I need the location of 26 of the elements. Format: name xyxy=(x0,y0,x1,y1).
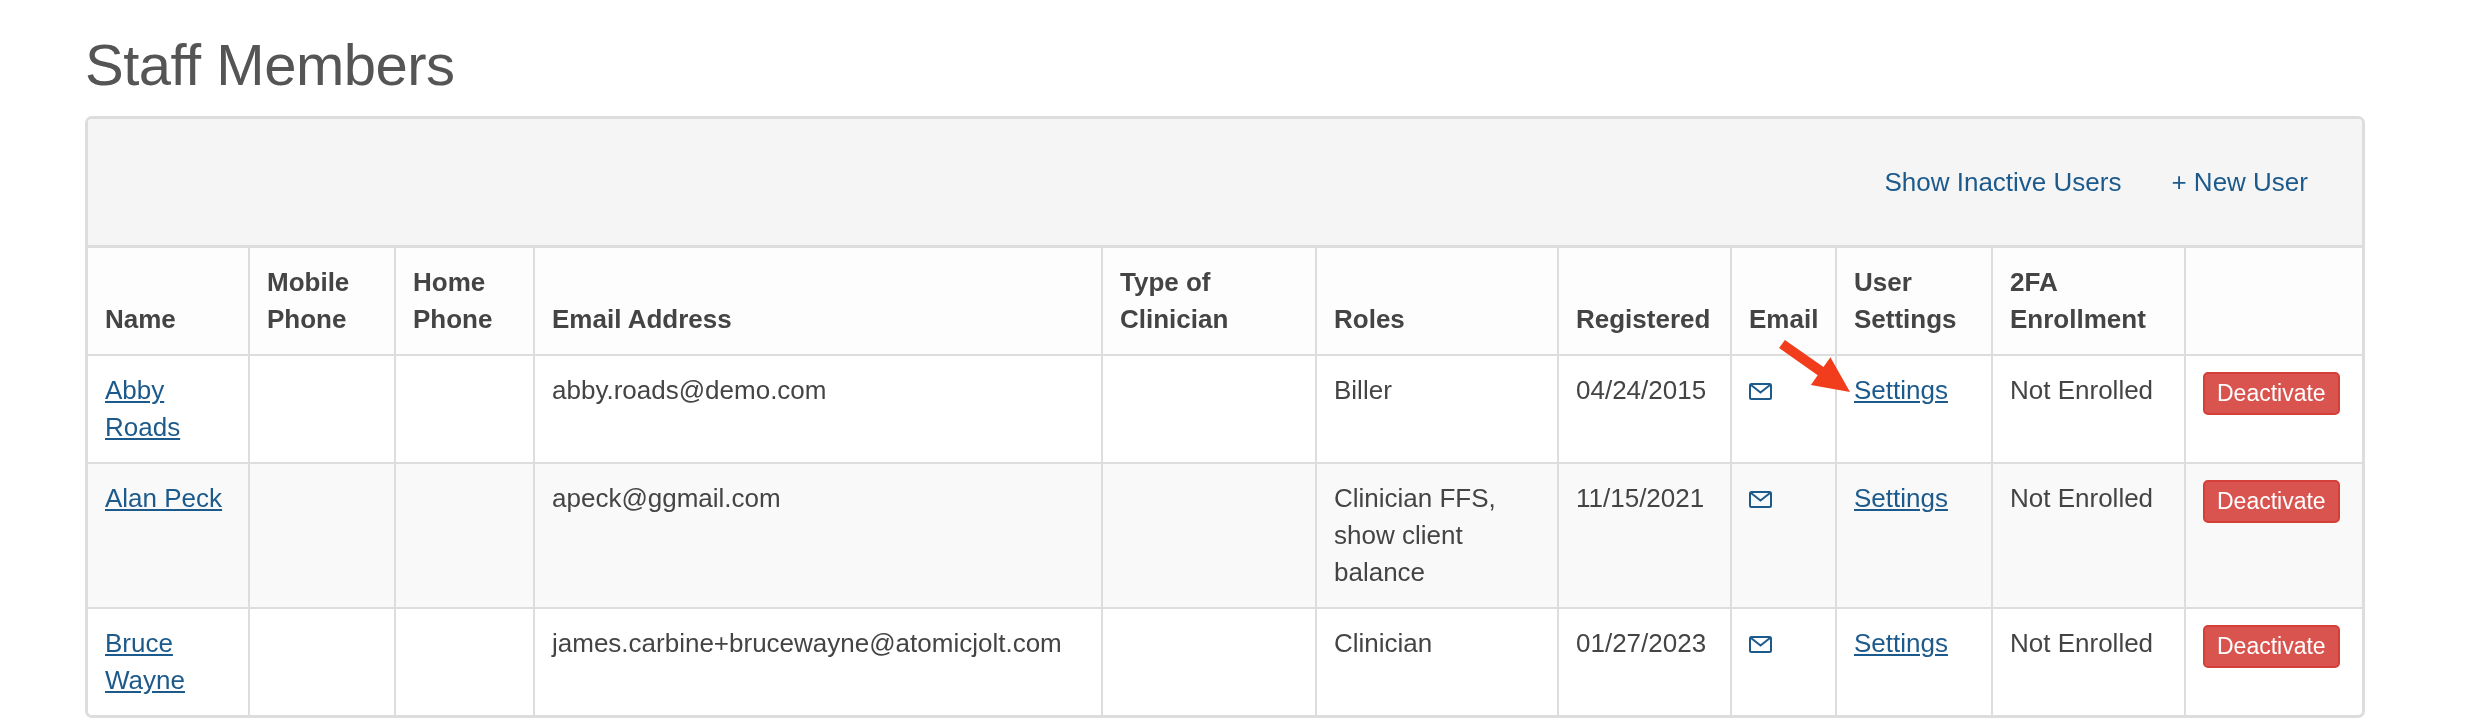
new-user-link[interactable]: + New User xyxy=(2171,163,2308,201)
column-header: Type of Clinician xyxy=(1102,248,1316,355)
page-title: Staff Members xyxy=(85,31,455,98)
user-name-link[interactable]: Alan Peck xyxy=(105,480,223,517)
user-name-link[interactable]: Bruce Wayne xyxy=(105,625,231,699)
role-cell: Clinician FFS, show client balance xyxy=(1316,463,1558,608)
column-header: 2FA Enrollment xyxy=(1992,248,2185,355)
column-header: User Settings xyxy=(1836,248,1992,355)
deactivate-button[interactable]: Deactivate xyxy=(2203,372,2340,415)
pointer-arrow xyxy=(1779,339,1850,392)
column-header: Home Phone xyxy=(395,248,534,355)
deactivate-button[interactable]: Deactivate xyxy=(2203,625,2340,668)
enrollment-status-cell: Not Enrolled xyxy=(1992,463,2185,608)
column-header: Mobile Phone xyxy=(249,248,395,355)
mail-icon[interactable] xyxy=(1749,491,1772,508)
mail-icon[interactable] xyxy=(1749,383,1772,400)
column-header: Registered xyxy=(1558,248,1731,355)
registered-date-cell: 11/15/2021 xyxy=(1558,463,1731,608)
mail-icon[interactable] xyxy=(1749,636,1772,653)
column-header: Name xyxy=(88,248,249,355)
column-header: Email xyxy=(1731,248,1836,355)
column-header: Roles xyxy=(1316,248,1558,355)
settings-link[interactable]: Settings xyxy=(1854,480,1948,517)
deactivate-button[interactable]: Deactivate xyxy=(2203,480,2340,523)
column-header: Email Address xyxy=(534,248,1102,355)
email-address-cell: apeck@ggmail.com xyxy=(534,463,1102,608)
